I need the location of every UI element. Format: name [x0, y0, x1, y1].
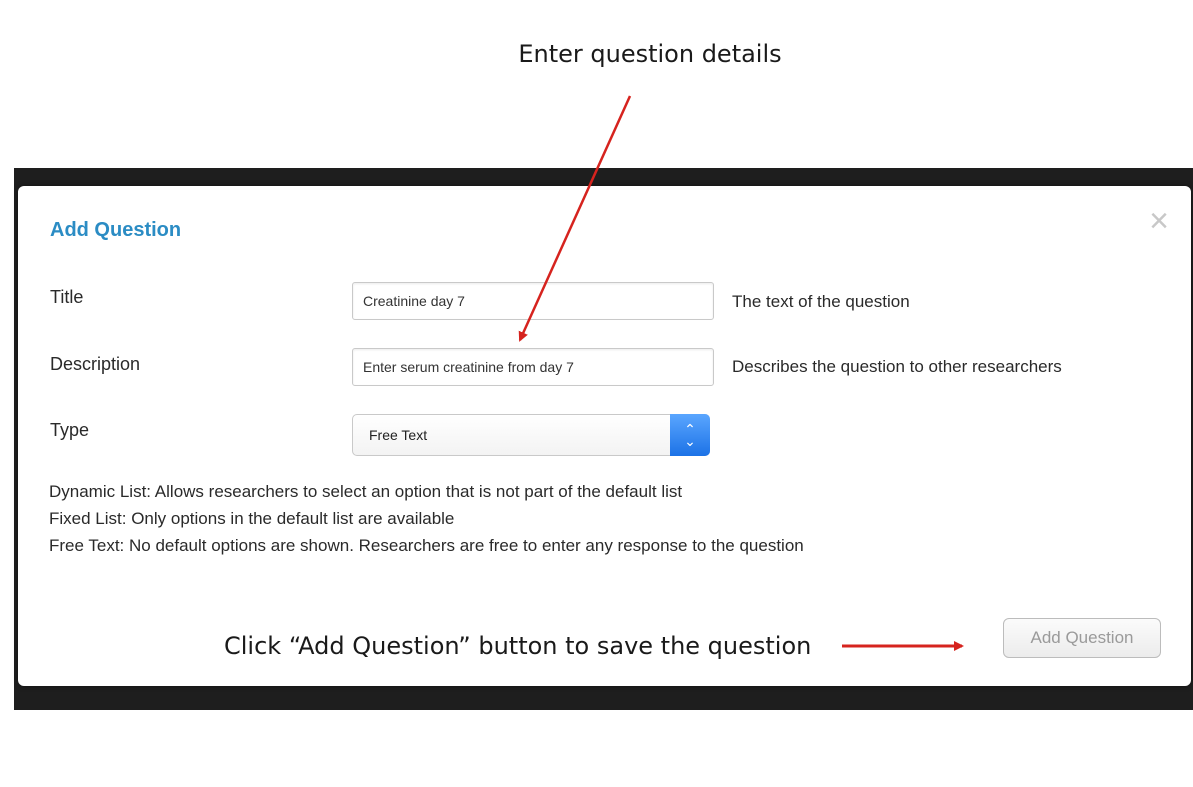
annotation-enter-details: Enter question details: [518, 40, 782, 68]
description-label: Description: [50, 354, 141, 374]
help-free-text: Free Text: No default options are shown.…: [49, 536, 804, 555]
title-input[interactable]: [352, 282, 714, 320]
type-select-value: Free Text: [369, 427, 428, 443]
title-hint: The text of the question: [732, 292, 910, 311]
type-select[interactable]: Free Text ⌃ ⌄: [352, 414, 710, 456]
select-stepper-icon[interactable]: ⌃ ⌄: [670, 414, 710, 456]
description-input[interactable]: [352, 348, 714, 386]
annotation-click-add: Click “Add Question” button to save the …: [224, 632, 812, 660]
screenshot-canvas: Enter question details Add Question × Ti…: [0, 0, 1193, 787]
help-fixed-list: Fixed List: Only options in the default …: [49, 509, 455, 528]
add-question-modal: Add Question × Title The text of the que…: [18, 186, 1191, 686]
description-hint: Describes the question to other research…: [732, 357, 1062, 376]
modal-title: Add Question: [50, 219, 182, 241]
title-label: Title: [50, 287, 84, 307]
type-label: Type: [50, 420, 90, 440]
close-icon[interactable]: ×: [1149, 204, 1169, 238]
add-question-button[interactable]: Add Question: [1003, 618, 1161, 658]
help-dynamic-list: Dynamic List: Allows researchers to sele…: [49, 482, 683, 501]
